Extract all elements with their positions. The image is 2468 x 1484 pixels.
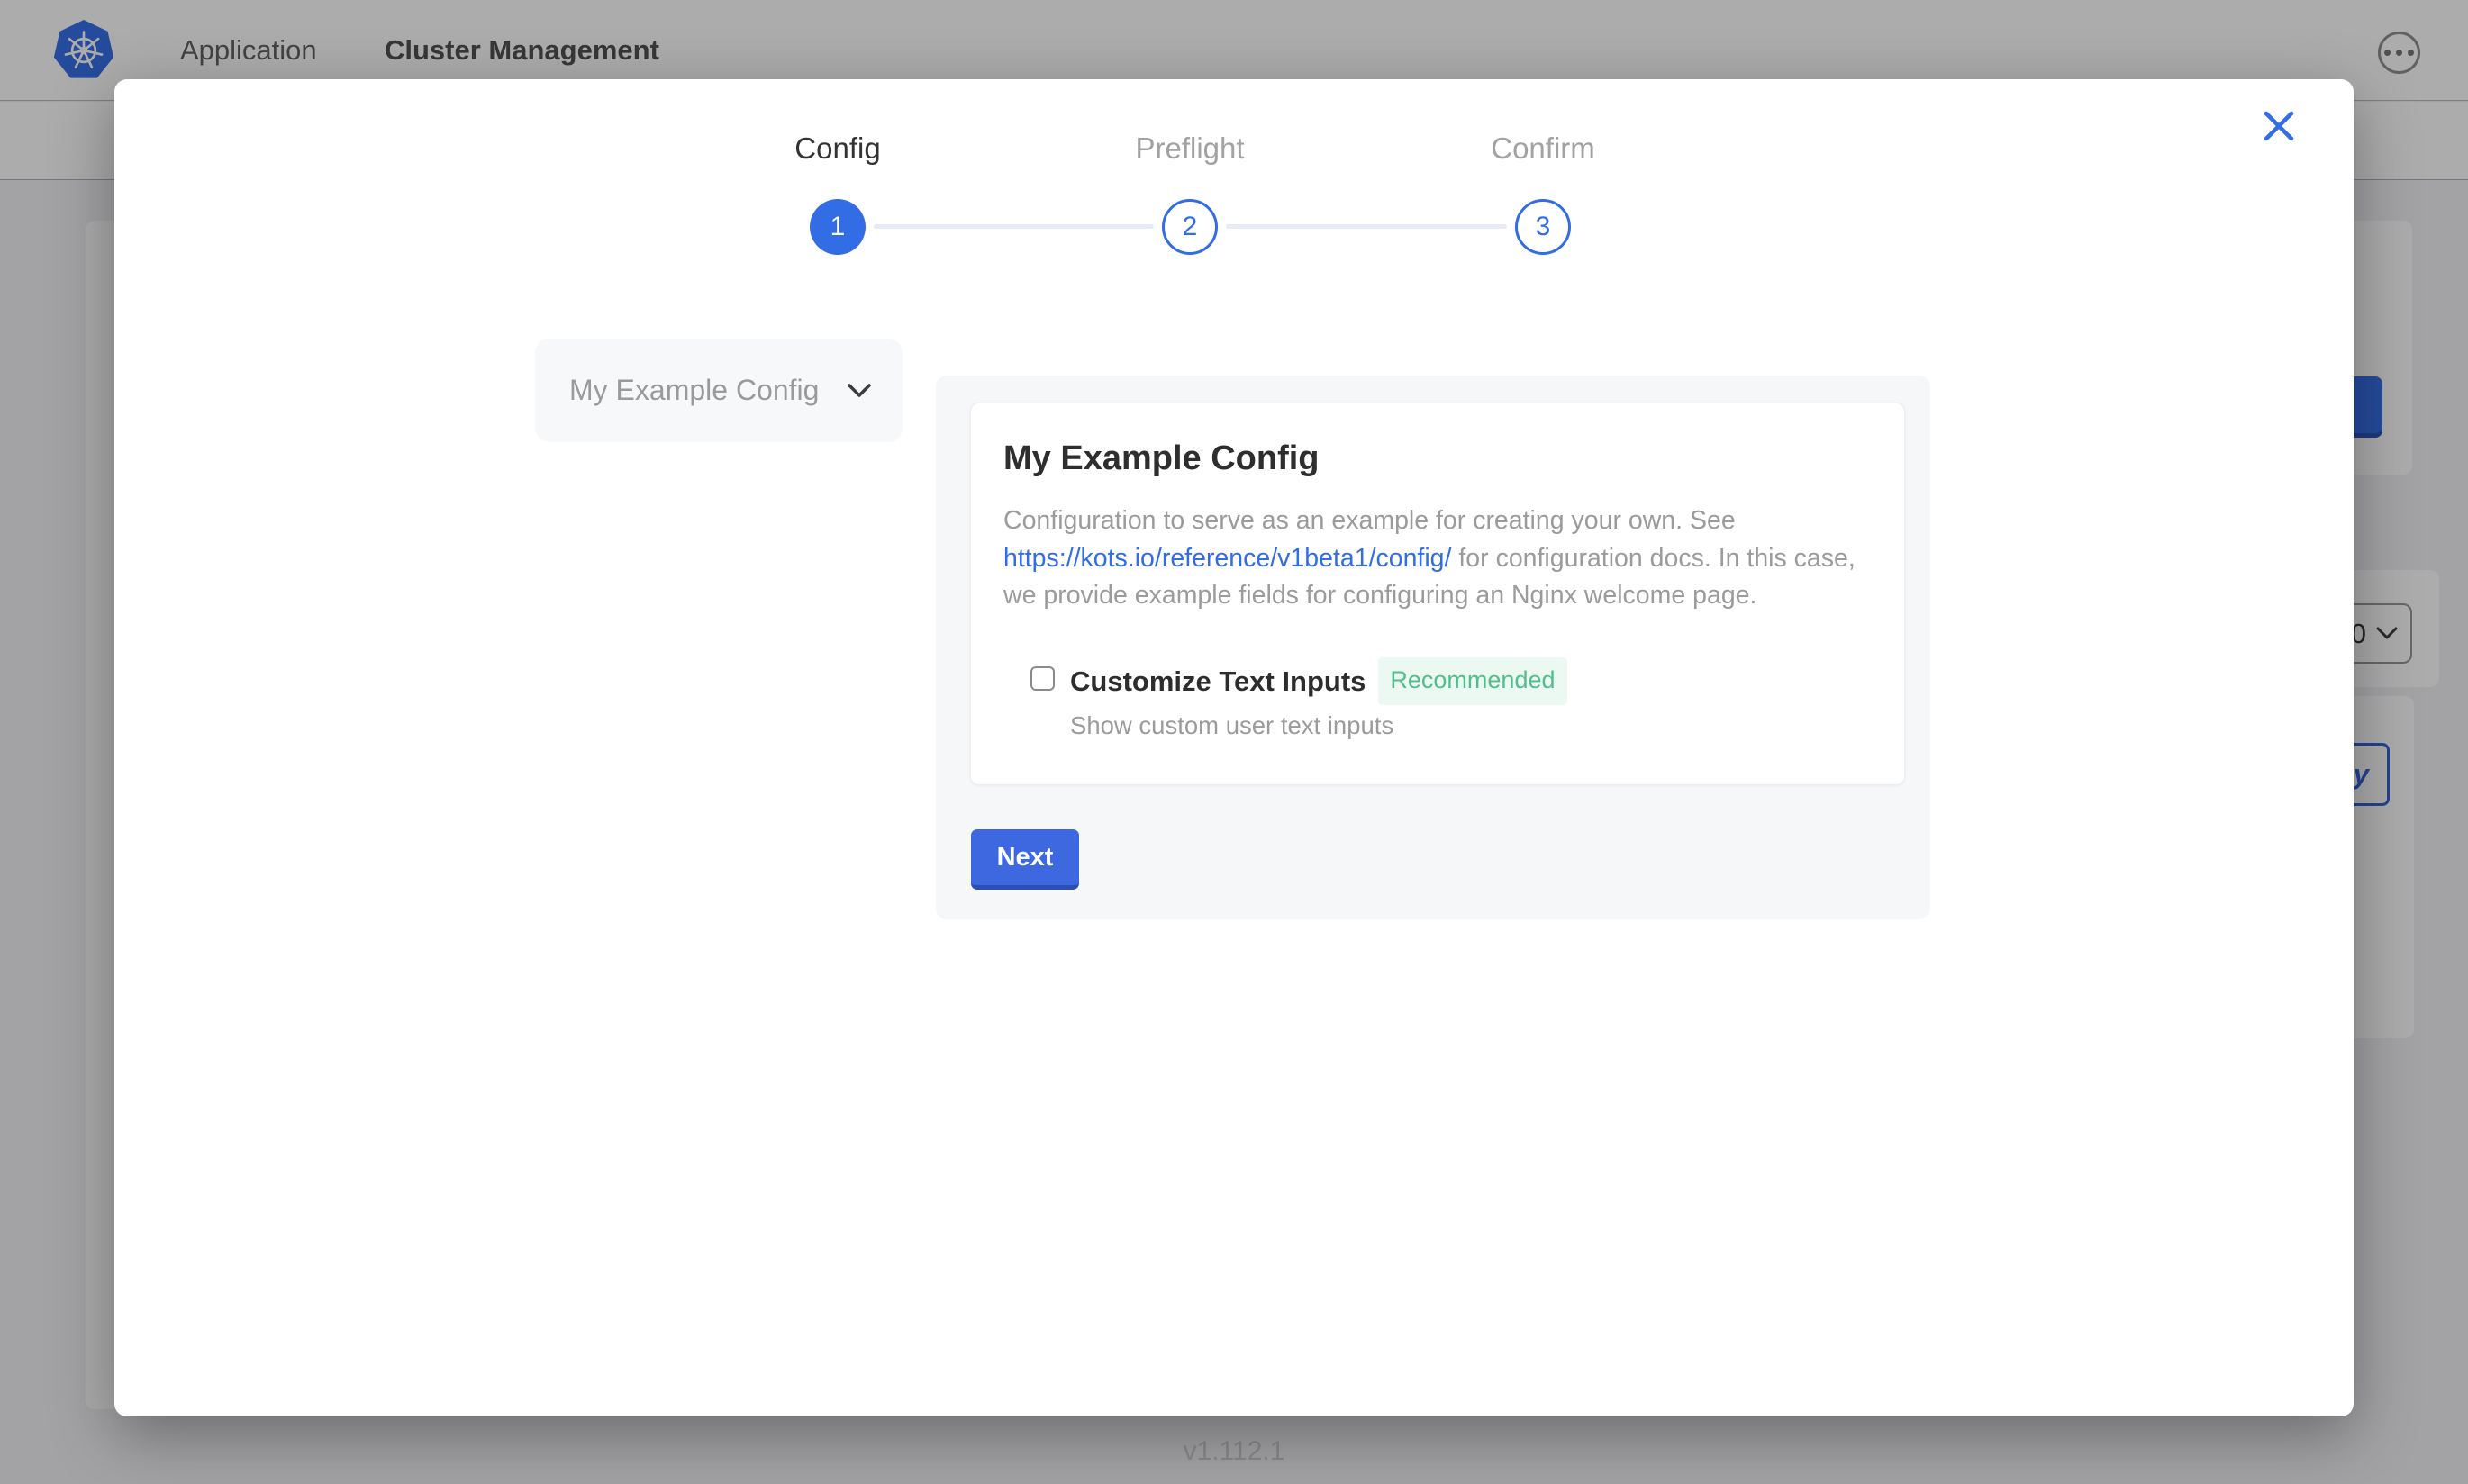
chevron-down-icon — [847, 383, 872, 399]
config-group-card: My Example Config Configuration to serve… — [970, 403, 1905, 785]
config-option-row: Customize Text Inputs Recommended — [1030, 660, 1872, 708]
step-circle-confirm[interactable]: 3 — [1515, 199, 1571, 255]
step-connector — [874, 224, 1154, 229]
config-docs-link[interactable]: https://kots.io/reference/v1beta1/config… — [1003, 544, 1451, 573]
step-circle-preflight[interactable]: 2 — [1162, 199, 1218, 255]
config-group-dropdown[interactable]: My Example Config — [535, 339, 903, 442]
next-button[interactable]: Next — [971, 829, 1079, 890]
config-wizard-modal: Config Preflight Confirm 1 2 3 My Exampl… — [114, 79, 2354, 1416]
config-group-panel: My Example Config Configuration to serve… — [936, 376, 1930, 919]
config-group-description: Configuration to serve as an example for… — [1003, 502, 1873, 615]
recommended-badge: Recommended — [1378, 657, 1566, 705]
step-circle-config[interactable]: 1 — [810, 199, 866, 255]
step-label-preflight: Preflight — [1091, 131, 1289, 166]
config-group-title: My Example Config — [1003, 438, 1872, 479]
description-text: Configuration to serve as an example for… — [1003, 506, 1736, 535]
checkbox-help-text: Show custom user text inputs — [1070, 711, 1872, 740]
config-group-dropdown-label: My Example Config — [569, 374, 819, 407]
customize-text-inputs-checkbox[interactable] — [1030, 666, 1055, 691]
step-label-config: Config — [739, 131, 937, 166]
step-label-confirm: Confirm — [1444, 131, 1642, 166]
step-connector — [1226, 224, 1507, 229]
checkbox-label-text: Customize Text Inputs — [1070, 665, 1366, 697]
checkbox-label[interactable]: Customize Text Inputs Recommended — [1070, 660, 1567, 708]
close-icon[interactable] — [2261, 108, 2297, 144]
